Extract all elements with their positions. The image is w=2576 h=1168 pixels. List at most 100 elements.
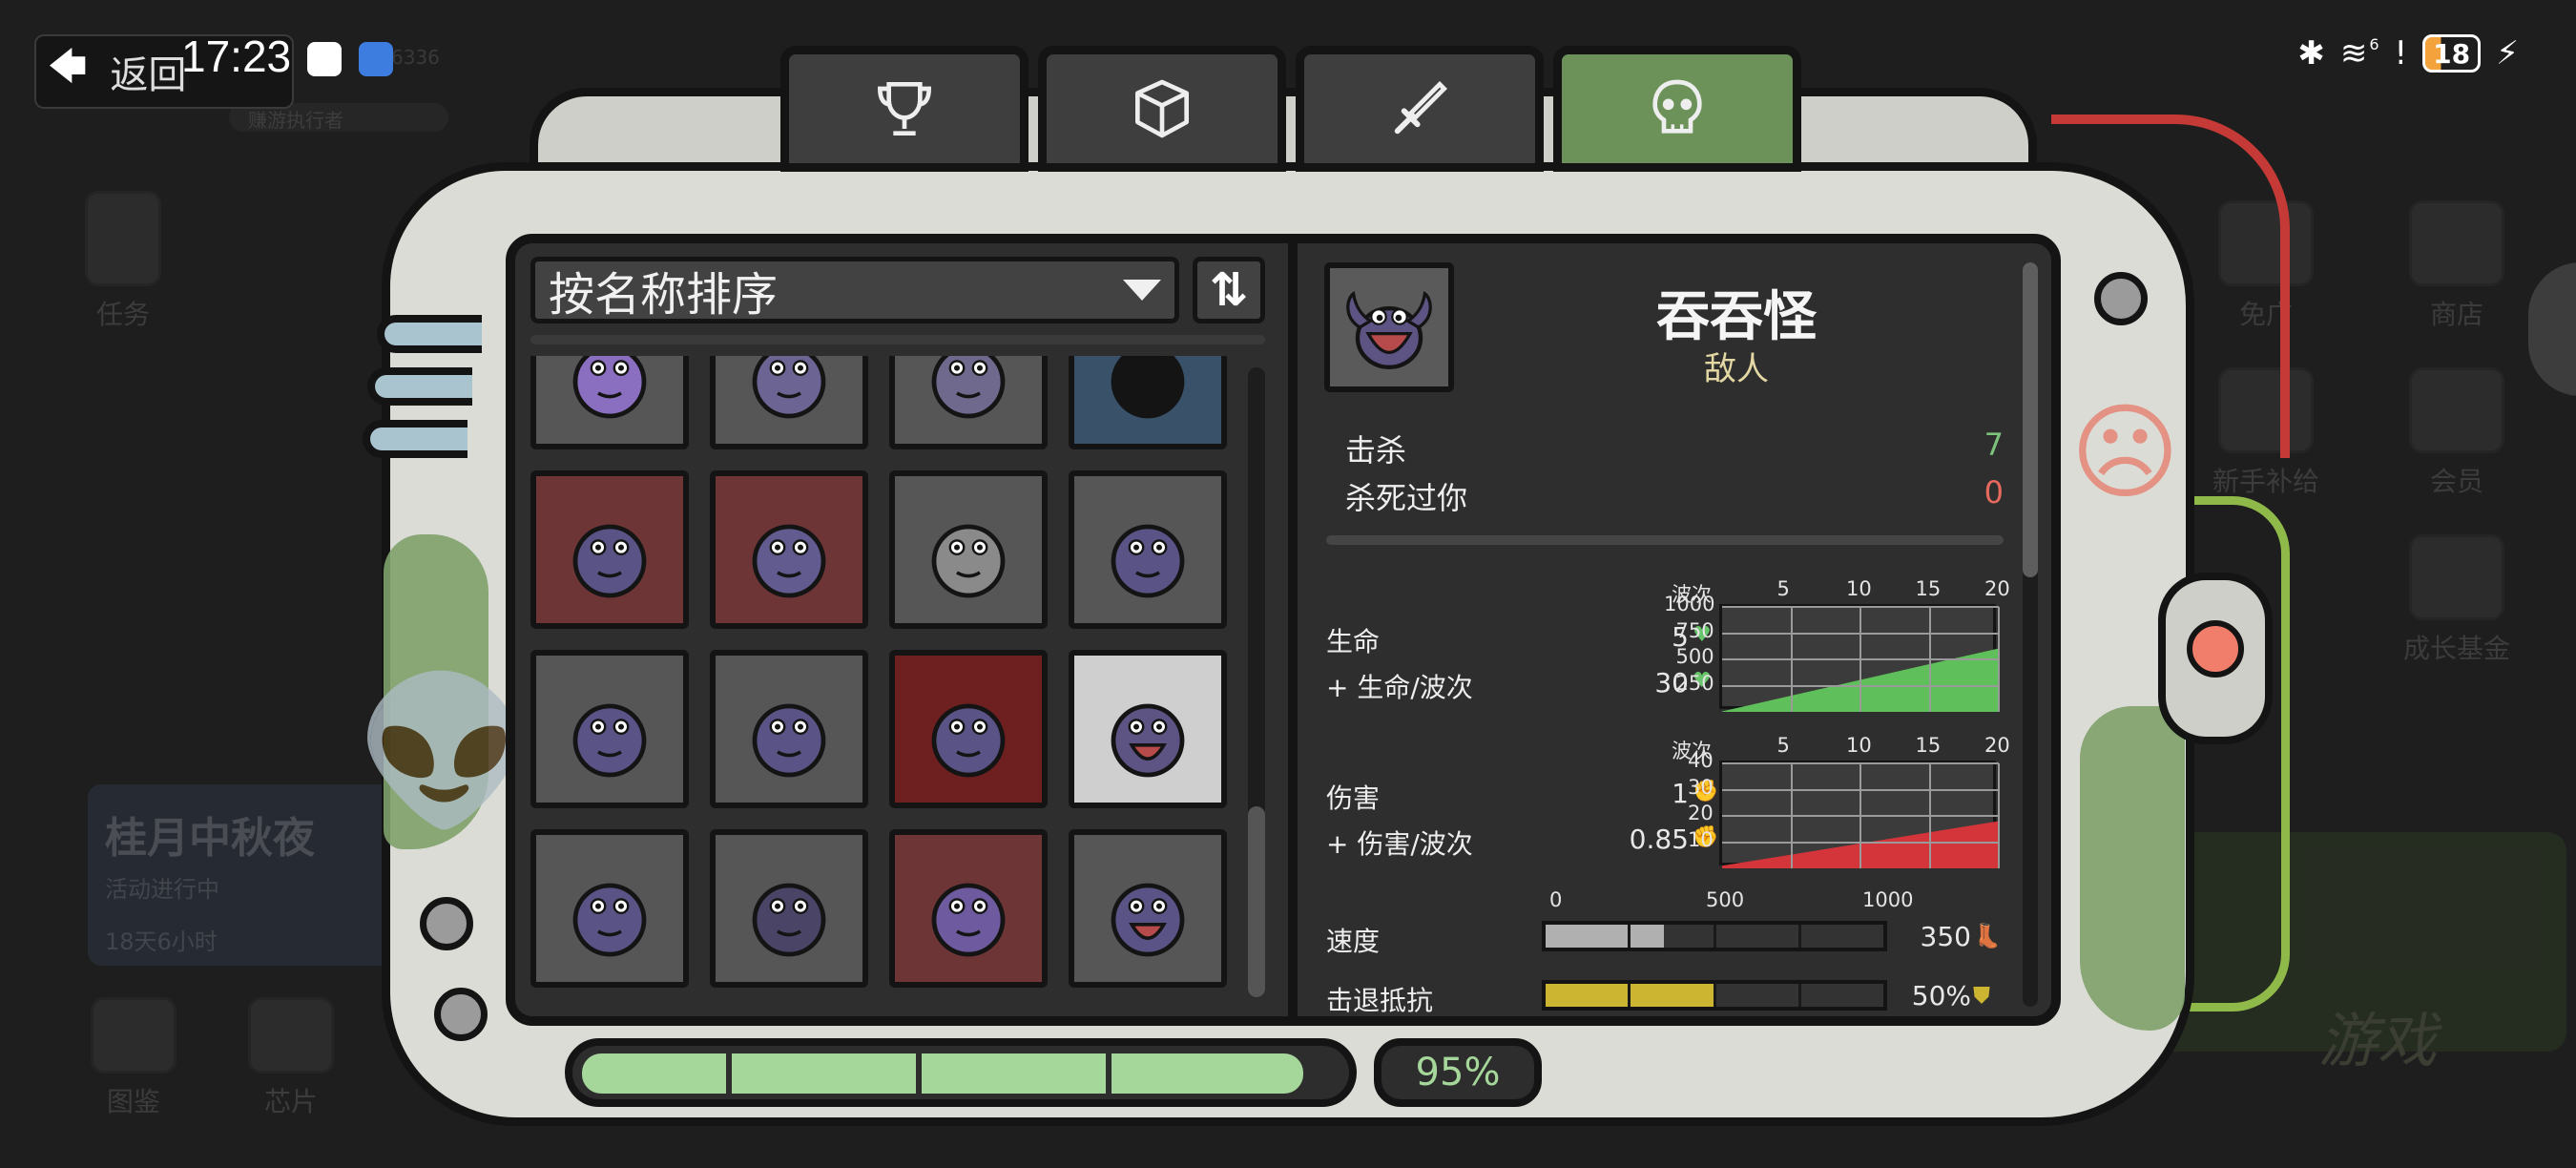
bg-growth-fund-button: 成长基金 [2385,534,2528,666]
enemy-name: 吞吞怪 [1656,286,1817,348]
progress-divider [916,1053,923,1094]
tab-weapons[interactable] [1296,46,1544,172]
wifi-icon: ≋ [2339,34,2368,73]
slime-splat [2080,706,2185,1031]
collection-progress-fill [582,1053,1304,1094]
monster-cell[interactable] [530,470,689,629]
chart-grid-line [1722,606,1999,608]
helmet-blob-icon [752,883,826,957]
bg-game-text: 游戏 [2318,1006,2438,1075]
enemy-portrait [1324,262,1454,392]
monster-cell[interactable] [889,470,1048,629]
bar-segment [1800,984,1883,1007]
skull-icon [1652,79,1702,134]
detail-divider [1326,535,2004,545]
grid-scrollbar-thumb[interactable] [1248,806,1265,997]
qq-float-icon [2528,262,2576,396]
progress-divider [1106,1053,1112,1094]
monster-cell[interactable] [1069,356,1227,449]
bubble-blob-icon [752,356,826,419]
chart-x-tick-label: 15 [1915,577,1942,600]
hp-value: 5 [1672,621,1689,653]
knockback-label: 击退抵抗 [1326,985,1434,1016]
hp-label: 生命 [1326,626,1381,657]
tab-enemies[interactable] [1553,46,1801,172]
progress-divider [726,1053,733,1094]
shop-icon [2409,200,2504,286]
speed-label: 速度 [1326,926,1381,957]
battery-indicator: 18 [2422,34,2482,73]
monster-cell[interactable] [889,829,1048,988]
monster-cell[interactable] [1069,470,1227,629]
sort-dropdown[interactable]: 按名称排序 [530,257,1179,323]
screen-divider [1288,243,1298,1016]
status-right-group: ✱ ≋ 6 ! 18 ⚡ [2297,34,2519,73]
bar-segment [1546,984,1631,1007]
bg-tasks-label: 任务 [95,299,150,330]
chart-y-tick-label: 750 [1675,618,1714,642]
grid-top-divider [530,335,1265,344]
monster-cell[interactable] [889,650,1048,808]
bg-shop-label: 商店 [2429,299,2483,330]
spotted-blob-icon [572,524,647,598]
detail-scrollbar[interactable] [2023,262,2038,1007]
chart-x-tick-label: 5 [1776,734,1790,757]
bg-chip-button: 芯片 [243,997,339,1119]
tab-items[interactable] [1038,46,1286,172]
bar-segment [1546,925,1631,948]
speed-tick-500: 500 [1706,888,1745,911]
gauge-dial-icon [2187,620,2244,678]
trophy-icon [91,997,177,1074]
bg-codex-label: 图鉴 [106,1086,160,1117]
mouth-worm-icon [1111,883,1185,957]
collection-progress-percent: 95% [1374,1038,1542,1107]
hp-per-wave-label: + 生命/波次 [1326,672,1473,703]
monster-cell[interactable] [1069,829,1227,988]
chart-y-tick-label: 1000 [1664,593,1715,615]
monster-cell[interactable] [710,356,868,449]
chart-grid-line [1722,684,1999,687]
killed-you-value: 0 [1984,474,2004,511]
monster-cell[interactable] [889,356,1048,449]
bg-newbie-label: 新手补给 [2212,466,2319,497]
screw [420,897,473,950]
drool-blob-icon [752,703,826,778]
back-arrow-icon: 🡄 [48,45,88,89]
chart-grid-line [1722,762,1999,764]
box-icon [1135,79,1189,138]
monster-cell[interactable] [710,650,868,808]
chart-y-tick-label: 500 [1675,645,1714,668]
collection-progress-bar [565,1038,1357,1107]
grid-scrollbar[interactable] [1248,367,1265,997]
enemy-type: 敌人 [1704,350,1769,388]
kills-label: 击杀 [1345,432,1407,469]
knockback-bar [1542,980,1887,1011]
monster-cell[interactable] [710,470,868,629]
question-icon [248,997,334,1074]
speed-value: 350 [1920,921,1971,952]
detail-scrollbar-thumb[interactable] [2023,262,2038,577]
vip-icon [2409,367,2504,453]
bg-vip-label: 会员 [2429,466,2483,497]
signal-label: 6 [2369,34,2379,53]
monster-cell[interactable] [530,356,689,449]
monster-cell[interactable] [530,829,689,988]
bg-tasks-button: 任务 [80,191,166,332]
monster-cell[interactable] [530,650,689,808]
back-button-label: 返回 [110,53,187,97]
chart-x-tick-label: 15 [1915,734,1942,757]
chart-x-tick-label: 10 [1846,734,1872,757]
bandage-blob-icon [931,524,1006,598]
chart-y-tick-label: 30 [1688,775,1714,799]
enemy-detail-panel: 吞吞怪 敌人 击杀 7 杀死过你 0 生命 5 ♥ + 生命/波次 30 ♥ 波… [1307,243,2051,1016]
tab-achievements[interactable] [780,46,1028,172]
chart-plot-area [1719,604,2000,712]
monster-cell[interactable] [710,829,868,988]
sort-order-button[interactable]: ⇅ [1193,257,1265,323]
monster-grid [530,356,1236,1016]
chart-x-tick-label: 20 [1984,734,2010,757]
knockback-value: 50% [1911,980,1971,1012]
monster-cell[interactable] [1069,650,1227,808]
damage-value: 1 [1672,778,1689,809]
bg-growth-label: 成长基金 [2402,633,2510,664]
